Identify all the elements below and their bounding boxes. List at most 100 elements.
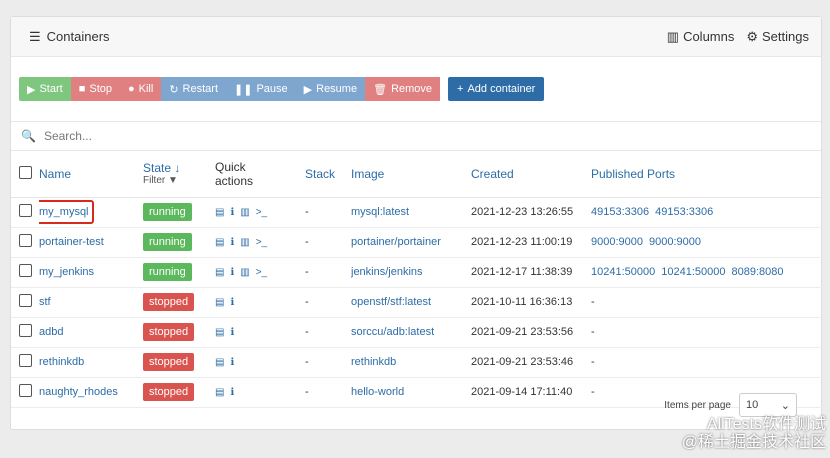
- logs-icon[interactable]: ▤: [215, 297, 224, 308]
- container-name-link[interactable]: naughty_rhodes: [39, 386, 118, 398]
- port-link[interactable]: 9000:9000: [649, 236, 701, 248]
- search-icon: 🔍: [21, 129, 36, 143]
- container-name-link[interactable]: my_mysql: [39, 200, 94, 224]
- columns-button[interactable]: ▥ Columns: [667, 29, 735, 45]
- inspect-icon[interactable]: ℹ: [230, 387, 234, 398]
- status-badge: stopped: [143, 323, 195, 341]
- search-input[interactable]: Search...: [44, 129, 92, 143]
- select-all-checkbox[interactable]: [19, 165, 32, 179]
- ports-empty: -: [591, 386, 595, 398]
- stack-cell: -: [305, 257, 351, 288]
- col-ports[interactable]: Published Ports: [591, 151, 823, 198]
- logs-icon[interactable]: ▤: [215, 237, 224, 248]
- ports-cell: -: [591, 347, 823, 378]
- containers-table: Name State ↓ Filter ▼ Quick actions Stack …: [11, 151, 823, 408]
- resume-button[interactable]: ▶ Resume: [295, 77, 366, 101]
- image-link[interactable]: rethinkdb: [351, 356, 396, 368]
- inspect-icon[interactable]: ℹ: [230, 357, 234, 368]
- image-link[interactable]: openstf/stf:latest: [351, 296, 431, 308]
- image-link[interactable]: jenkins/jenkins: [351, 266, 423, 278]
- row-checkbox[interactable]: [19, 384, 32, 397]
- stack-cell: -: [305, 287, 351, 318]
- kill-button[interactable]: ● Kill: [120, 77, 162, 101]
- quick-actions: ▤ ℹ ▥ >_: [215, 207, 267, 218]
- image-link[interactable]: hello-world: [351, 386, 404, 398]
- table-row: stf stopped ▤ ℹ - openstf/stf:latest 2021…: [11, 287, 823, 318]
- image-link[interactable]: portainer/portainer: [351, 236, 441, 248]
- table-row: adbd stopped ▤ ℹ - sorccu/adb:latest 2021…: [11, 317, 823, 348]
- created-cell: 2021-09-21 23:53:56: [471, 317, 591, 348]
- play-icon: ▶: [27, 83, 36, 96]
- chevron-down-icon: ⌄: [780, 399, 790, 412]
- logs-icon[interactable]: ▤: [215, 327, 224, 338]
- sort-icon: ↓: [174, 161, 181, 176]
- search-bar[interactable]: 🔍 Search...: [11, 121, 821, 151]
- ports-empty: -: [591, 326, 595, 338]
- stats-icon[interactable]: ▥: [240, 207, 249, 218]
- row-checkbox[interactable]: [19, 354, 32, 367]
- col-image[interactable]: Image: [351, 151, 471, 198]
- remove-button[interactable]: 🗑 Remove: [365, 77, 441, 101]
- logs-icon[interactable]: ▤: [215, 387, 224, 398]
- columns-icon: ▥: [666, 28, 680, 44]
- col-created[interactable]: Created: [471, 151, 591, 198]
- container-name-link[interactable]: rethinkdb: [39, 356, 84, 368]
- port-link[interactable]: 49153:3306: [655, 206, 713, 218]
- inspect-icon[interactable]: ℹ: [230, 267, 234, 278]
- play-icon: ▶: [303, 83, 313, 96]
- console-icon[interactable]: >_: [256, 207, 267, 218]
- stop-icon: ■: [78, 83, 86, 95]
- port-link[interactable]: 8089:8080: [731, 266, 783, 278]
- inspect-icon[interactable]: ℹ: [230, 327, 234, 338]
- quick-actions: ▤ ℹ ▥ >_: [215, 237, 267, 248]
- ports-cell: -: [591, 317, 823, 348]
- container-name-link[interactable]: stf: [39, 296, 51, 308]
- ports-empty: -: [591, 296, 595, 308]
- row-checkbox[interactable]: [19, 204, 32, 217]
- row-checkbox[interactable]: [19, 264, 32, 277]
- list-icon: ☰: [29, 28, 41, 44]
- logs-icon[interactable]: ▤: [215, 267, 224, 278]
- stop-button[interactable]: ■ Stop: [70, 77, 120, 101]
- pause-button[interactable]: ❚❚ Pause: [226, 77, 296, 101]
- stats-icon[interactable]: ▥: [240, 267, 249, 278]
- logs-icon[interactable]: ▤: [215, 207, 224, 218]
- action-toolbar: ▶ Start ■ Stop ● Kill ↻ Restart ❚❚ Pause ▶ Res…: [11, 57, 821, 121]
- port-link[interactable]: 49153:3306: [591, 206, 649, 218]
- inspect-icon[interactable]: ℹ: [230, 297, 234, 308]
- table-row: my_jenkins running ▤ ℹ ▥ >_ - jenkins/jenki…: [11, 257, 823, 288]
- stack-cell: -: [305, 347, 351, 378]
- inspect-icon[interactable]: ℹ: [230, 207, 234, 218]
- container-name-link[interactable]: adbd: [39, 326, 63, 338]
- port-link[interactable]: 9000:9000: [591, 236, 643, 248]
- pause-icon: ❚❚: [234, 83, 253, 96]
- add-container-button[interactable]: + Add container: [448, 77, 545, 101]
- logs-icon[interactable]: ▤: [215, 357, 224, 368]
- restart-button[interactable]: ↻ Restart: [161, 77, 227, 101]
- port-link[interactable]: 10241:50000: [661, 266, 725, 278]
- status-badge: stopped: [143, 353, 195, 371]
- col-stack[interactable]: Stack: [305, 151, 351, 198]
- ports-cell: -: [591, 287, 823, 318]
- row-checkbox[interactable]: [19, 324, 32, 337]
- console-icon[interactable]: >_: [256, 237, 267, 248]
- port-link[interactable]: 10241:50000: [591, 266, 655, 278]
- col-name[interactable]: Name: [39, 151, 143, 198]
- inspect-icon[interactable]: ℹ: [230, 237, 234, 248]
- table-row: portainer-test running ▤ ℹ ▥ >_ - portainer…: [11, 227, 823, 258]
- stats-icon[interactable]: ▥: [240, 237, 249, 248]
- image-link[interactable]: mysql:latest: [351, 206, 409, 218]
- col-state[interactable]: State ↓ Filter ▼: [143, 151, 215, 198]
- container-name-link[interactable]: my_jenkins: [39, 266, 94, 278]
- container-name-link[interactable]: portainer-test: [39, 236, 104, 248]
- created-cell: 2021-09-21 23:53:46: [471, 347, 591, 378]
- status-badge: running: [143, 203, 192, 221]
- start-button[interactable]: ▶ Start: [19, 77, 71, 101]
- image-link[interactable]: sorccu/adb:latest: [351, 326, 434, 338]
- row-checkbox[interactable]: [19, 294, 32, 307]
- settings-button[interactable]: ⚙ Settings: [746, 29, 809, 45]
- items-per-page-select[interactable]: 10 ⌄: [739, 393, 797, 417]
- row-checkbox[interactable]: [19, 234, 32, 247]
- console-icon[interactable]: >_: [256, 267, 267, 278]
- created-cell: 2021-12-23 11:00:19: [471, 227, 591, 258]
